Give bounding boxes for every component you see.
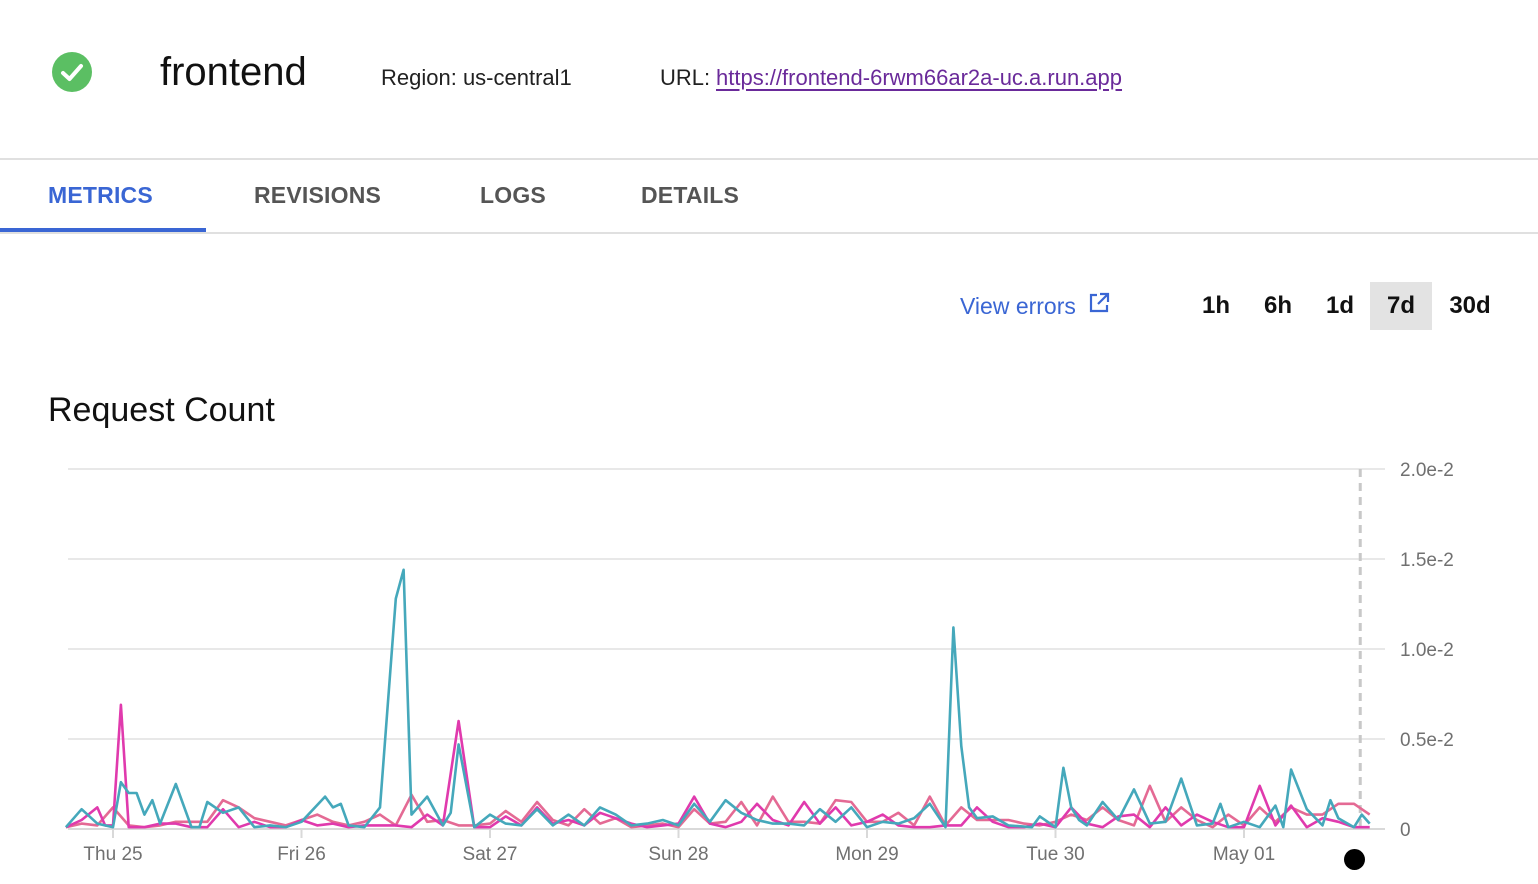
chart-title: Request Count bbox=[48, 391, 275, 429]
range-7d[interactable]: 7d bbox=[1370, 282, 1432, 330]
service-url-link[interactable]: https://frontend-6rwm66ar2a-uc.a.run.app bbox=[716, 64, 1122, 92]
x-tick-label: Sat 27 bbox=[463, 844, 518, 865]
tab-bar: METRICS REVISIONS LOGS DETAILS bbox=[0, 160, 1538, 234]
tab-revisions[interactable]: REVISIONS bbox=[254, 180, 381, 210]
range-6h[interactable]: 6h bbox=[1250, 282, 1306, 330]
x-tick-label: May 01 bbox=[1213, 844, 1275, 865]
x-tick-label: Mon 29 bbox=[835, 844, 898, 865]
cursor-handle[interactable] bbox=[1344, 849, 1365, 870]
region-label: Region: us-central1 bbox=[381, 65, 572, 90]
y-tick-label: 0 bbox=[1400, 820, 1411, 841]
x-tick-label: Thu 25 bbox=[83, 844, 142, 865]
y-tick-label: 2.0e-2 bbox=[1400, 460, 1454, 481]
x-tick-label: Fri 26 bbox=[277, 844, 326, 865]
series-line-teal bbox=[64, 568, 1371, 829]
x-tick-label: Tue 30 bbox=[1026, 844, 1084, 865]
service-name: frontend bbox=[160, 50, 307, 94]
x-tick-label: Sun 28 bbox=[648, 844, 708, 865]
service-header: frontend Region: us-central1 URL: https:… bbox=[0, 0, 1538, 158]
tabs-divider bbox=[0, 232, 1538, 234]
y-tick-label: 1.0e-2 bbox=[1400, 640, 1454, 661]
tab-details[interactable]: DETAILS bbox=[641, 180, 739, 210]
range-1d[interactable]: 1d bbox=[1312, 282, 1368, 330]
tab-metrics[interactable]: METRICS bbox=[48, 180, 153, 210]
view-errors-label: View errors bbox=[960, 293, 1076, 319]
range-1h[interactable]: 1h bbox=[1188, 282, 1244, 330]
check-circle-icon bbox=[52, 52, 92, 92]
view-errors-link[interactable]: View errors bbox=[960, 291, 1110, 321]
url-label: URL: bbox=[660, 65, 711, 90]
tab-logs[interactable]: LOGS bbox=[480, 180, 546, 210]
series-line-pink bbox=[65, 784, 1371, 829]
external-link-icon bbox=[1088, 291, 1110, 321]
request-count-chart: 0 0.5e-2 1.0e-2 1.5e-2 2.0e-2 Thu 25 Fri 26 Sat… bbox=[64, 460, 1454, 865]
y-tick-label: 1.5e-2 bbox=[1400, 550, 1454, 571]
range-30d[interactable]: 30d bbox=[1436, 282, 1504, 330]
y-tick-label: 0.5e-2 bbox=[1400, 730, 1454, 751]
